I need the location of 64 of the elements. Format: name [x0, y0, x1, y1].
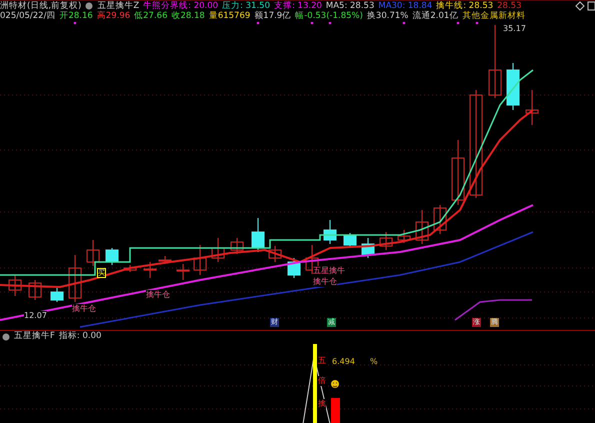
candlestick [194, 244, 206, 276]
vertical-label: 倍 [318, 376, 326, 386]
signal-label: 擒牛仓 [313, 277, 337, 287]
candlestick [86, 240, 100, 266]
price-label: 12.07 [24, 311, 47, 321]
signal-label: 擒牛仓 [146, 290, 170, 300]
unit-label: % [370, 357, 378, 367]
quote-value: 额17.9亿 [254, 11, 292, 22]
quote-value: 高29.96 [96, 11, 130, 22]
candlestick [176, 264, 190, 280]
candlestick [50, 288, 64, 302]
quote-value: 开28.16 [59, 11, 93, 22]
indicator-bar [331, 398, 340, 423]
indicator-reading: 指标: 0.00 [58, 331, 102, 342]
candlestick [526, 90, 538, 126]
stock-title: 洲特材(日线,前复权) [0, 0, 82, 12]
quote-value: 流通2.01亿 [412, 11, 458, 22]
candlestick [362, 238, 374, 258]
indicator-name: 五星擒牛Z [97, 0, 140, 10]
quote-value: 低27.66 [134, 11, 168, 22]
candlestick [124, 264, 136, 272]
indicator-name: 五星擒牛F [14, 331, 55, 342]
candlestick [106, 248, 118, 266]
candlestick [268, 246, 282, 262]
candlestick [288, 258, 300, 278]
candlestick [28, 280, 42, 300]
quote-value: 收28.18 [171, 11, 205, 22]
candlestick [212, 238, 224, 262]
signal-label: 擒牛仓 [72, 304, 96, 314]
quote-value: 其他金属新材料 [462, 11, 526, 22]
candlestick [434, 204, 446, 234]
signal-label: 五星擒牛 [313, 266, 345, 276]
quote-value: 量615769 [208, 11, 250, 22]
indicator-icon[interactable] [2, 332, 10, 340]
price-label: 35.17 [503, 24, 526, 34]
indicator-value: MA30: 18.84 [378, 0, 432, 10]
quote-value: 025/05/22/四 [0, 11, 56, 22]
indicator-value: 6.494 [332, 357, 355, 367]
indicator-value: 擒牛线: 28.53 [436, 0, 494, 11]
candlestick [398, 230, 410, 244]
candlestick [8, 274, 22, 296]
candlestick [380, 232, 392, 250]
indicator-value: MA5: 28.53 [326, 0, 374, 11]
indicator-value: 牛熊分界线: 20.00 [143, 0, 218, 11]
smiley-icon [331, 380, 339, 388]
candlestick [144, 262, 156, 278]
vertical-label: 五 [318, 356, 326, 366]
candlestick [506, 62, 520, 110]
indicator-icon[interactable] [85, 2, 94, 10]
candlestick [252, 218, 264, 252]
toolbar-icons[interactable] [575, 1, 595, 11]
vertical-label: 擒 [318, 399, 326, 409]
indicator-value: 28.53 [497, 0, 522, 11]
candlestick [452, 140, 464, 206]
candlestick [68, 254, 82, 302]
candlestick [230, 238, 244, 254]
candlestick [416, 210, 428, 244]
quote-value: 换30.71% [366, 11, 408, 22]
candlestick [158, 256, 172, 264]
candlestick [324, 220, 336, 244]
indicator-value: 支撑: 13.20 [274, 0, 322, 11]
quote-value: 幅-0.53(-1.85%) [295, 11, 363, 22]
indicator-value: 压力: 31.50 [222, 0, 270, 11]
candlestick [344, 232, 356, 248]
